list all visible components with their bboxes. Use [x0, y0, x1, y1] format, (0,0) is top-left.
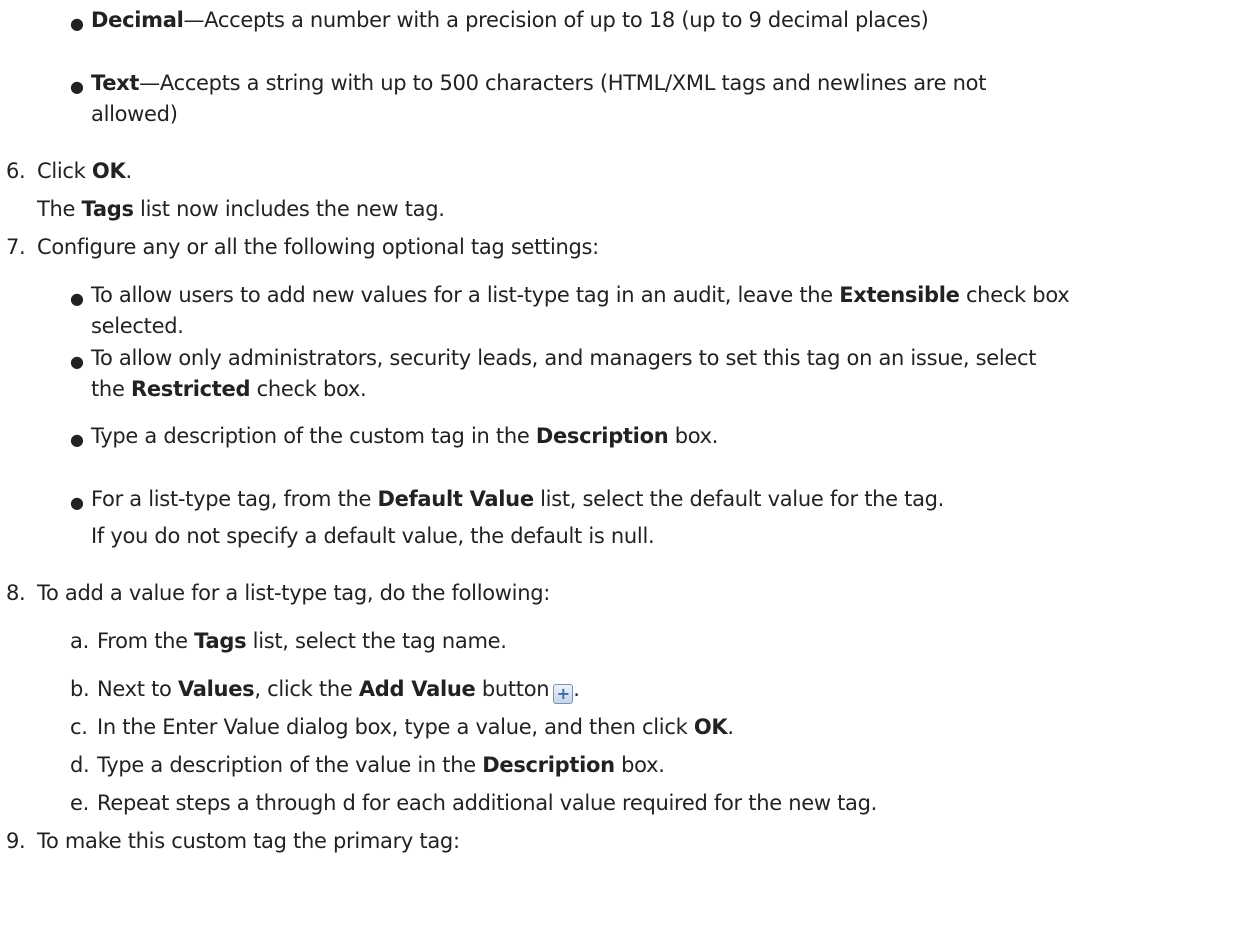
- step7-b1-cont: selected.: [91, 314, 184, 338]
- add-value-icon: +: [553, 684, 574, 704]
- step6-pre: Click: [37, 159, 92, 183]
- step7-bullet-description: Type a description of the custom tag in …: [91, 421, 718, 452]
- substep-label: e.: [70, 791, 89, 815]
- step7-bullet-default-value: For a list-type tag, from the Default Va…: [91, 484, 944, 515]
- step7-b2-cont: the Restricted check box.: [91, 374, 367, 405]
- step8-c-pre: In the Enter Value dialog box, type a va…: [97, 715, 694, 739]
- step7-b4-post: list, select the default value for the t…: [533, 487, 945, 511]
- step7-bullet-extensible: To allow users to add new values for a l…: [91, 280, 1070, 311]
- step-number: 8.: [6, 581, 26, 605]
- step8-d-pre: Type a description of the value in the: [97, 753, 483, 777]
- tags-label: Tags: [81, 197, 134, 221]
- substep-label: a.: [70, 629, 89, 653]
- restricted-label: Restricted: [130, 377, 251, 401]
- step6-note-pre: The: [37, 197, 82, 221]
- step6-post: .: [125, 159, 132, 183]
- type-text-item: Text—Accepts a string with up to 500 cha…: [91, 68, 986, 99]
- description-label: Description: [535, 424, 669, 448]
- type-decimal-desc: —Accepts a number with a precision of up…: [183, 8, 929, 32]
- bullet-dot: ●: [70, 289, 84, 308]
- type-decimal-item: Decimal—Accepts a number with a precisio…: [91, 5, 929, 36]
- step8-d-post: box.: [614, 753, 665, 777]
- tags-label: Tags: [194, 629, 247, 653]
- bullet-dot: ●: [70, 493, 84, 512]
- add-value-label: Add Value: [358, 677, 476, 701]
- step8-d-text: Type a description of the value in the D…: [97, 750, 665, 781]
- step7-b3-post: box.: [668, 424, 719, 448]
- bullet-dot: ●: [70, 430, 84, 449]
- default-value-label: Default Value: [377, 487, 535, 511]
- bullet-dot: ●: [70, 14, 84, 33]
- values-label: Values: [177, 677, 255, 701]
- step6-note-post: list now includes the new tag.: [133, 197, 445, 221]
- bullet-dot: ●: [70, 352, 84, 371]
- bullet-dot: ●: [70, 77, 84, 96]
- step8-b-text: Next to Values, click the Add Value butt…: [97, 674, 580, 705]
- step8-c-text: In the Enter Value dialog box, type a va…: [97, 712, 734, 743]
- step7-b2-post: check box.: [250, 377, 367, 401]
- step7-b3-pre: Type a description of the custom tag in …: [91, 424, 536, 448]
- step7-b4-pre: For a list-type tag, from the: [91, 487, 378, 511]
- description-label: Description: [482, 753, 615, 777]
- step7-b1-post: check box: [959, 283, 1070, 307]
- step8-a-post: list, select the tag name.: [246, 629, 507, 653]
- substep-label: d.: [70, 753, 90, 777]
- step8-e-text: Repeat steps a through d for each additi…: [97, 791, 877, 815]
- step7-text: Configure any or all the following optio…: [37, 235, 599, 259]
- step8-b-end: .: [573, 677, 580, 701]
- substep-label: b.: [70, 677, 90, 701]
- step8-b-mid: , click the: [254, 677, 359, 701]
- step8-c-post: .: [727, 715, 734, 739]
- type-text-desc-cont: allowed): [91, 102, 178, 126]
- extensible-label: Extensible: [839, 283, 960, 307]
- step8-b-pre: Next to: [97, 677, 178, 701]
- step7-b4-note: If you do not specify a default value, t…: [91, 524, 655, 548]
- step7-b1-pre: To allow users to add new values for a l…: [91, 283, 840, 307]
- ok-label: OK: [91, 159, 126, 183]
- step8-b-post: button: [475, 677, 550, 701]
- step7-b2-pre: the: [91, 377, 131, 401]
- step6-note: The Tags list now includes the new tag.: [37, 194, 445, 225]
- step-number: 7.: [6, 235, 26, 259]
- step8-a-pre: From the: [97, 629, 195, 653]
- step-number: 6.: [6, 159, 26, 183]
- step7-bullet-restricted: To allow only administrators, security l…: [91, 346, 1037, 370]
- type-decimal-name: Decimal: [91, 8, 184, 32]
- ok-label: OK: [693, 715, 728, 739]
- substep-label: c.: [70, 715, 88, 739]
- step9-text: To make this custom tag the primary tag:: [37, 829, 460, 853]
- type-text-desc: —Accepts a string with up to 500 charact…: [139, 71, 987, 95]
- document-page: ● Decimal—Accepts a number with a precis…: [0, 0, 1254, 949]
- step-number: 9.: [6, 829, 26, 853]
- step8-text: To add a value for a list-type tag, do t…: [37, 581, 551, 605]
- step6-text: Click OK.: [37, 156, 132, 187]
- type-text-name: Text: [91, 71, 140, 95]
- step8-a-text: From the Tags list, select the tag name.: [97, 626, 507, 657]
